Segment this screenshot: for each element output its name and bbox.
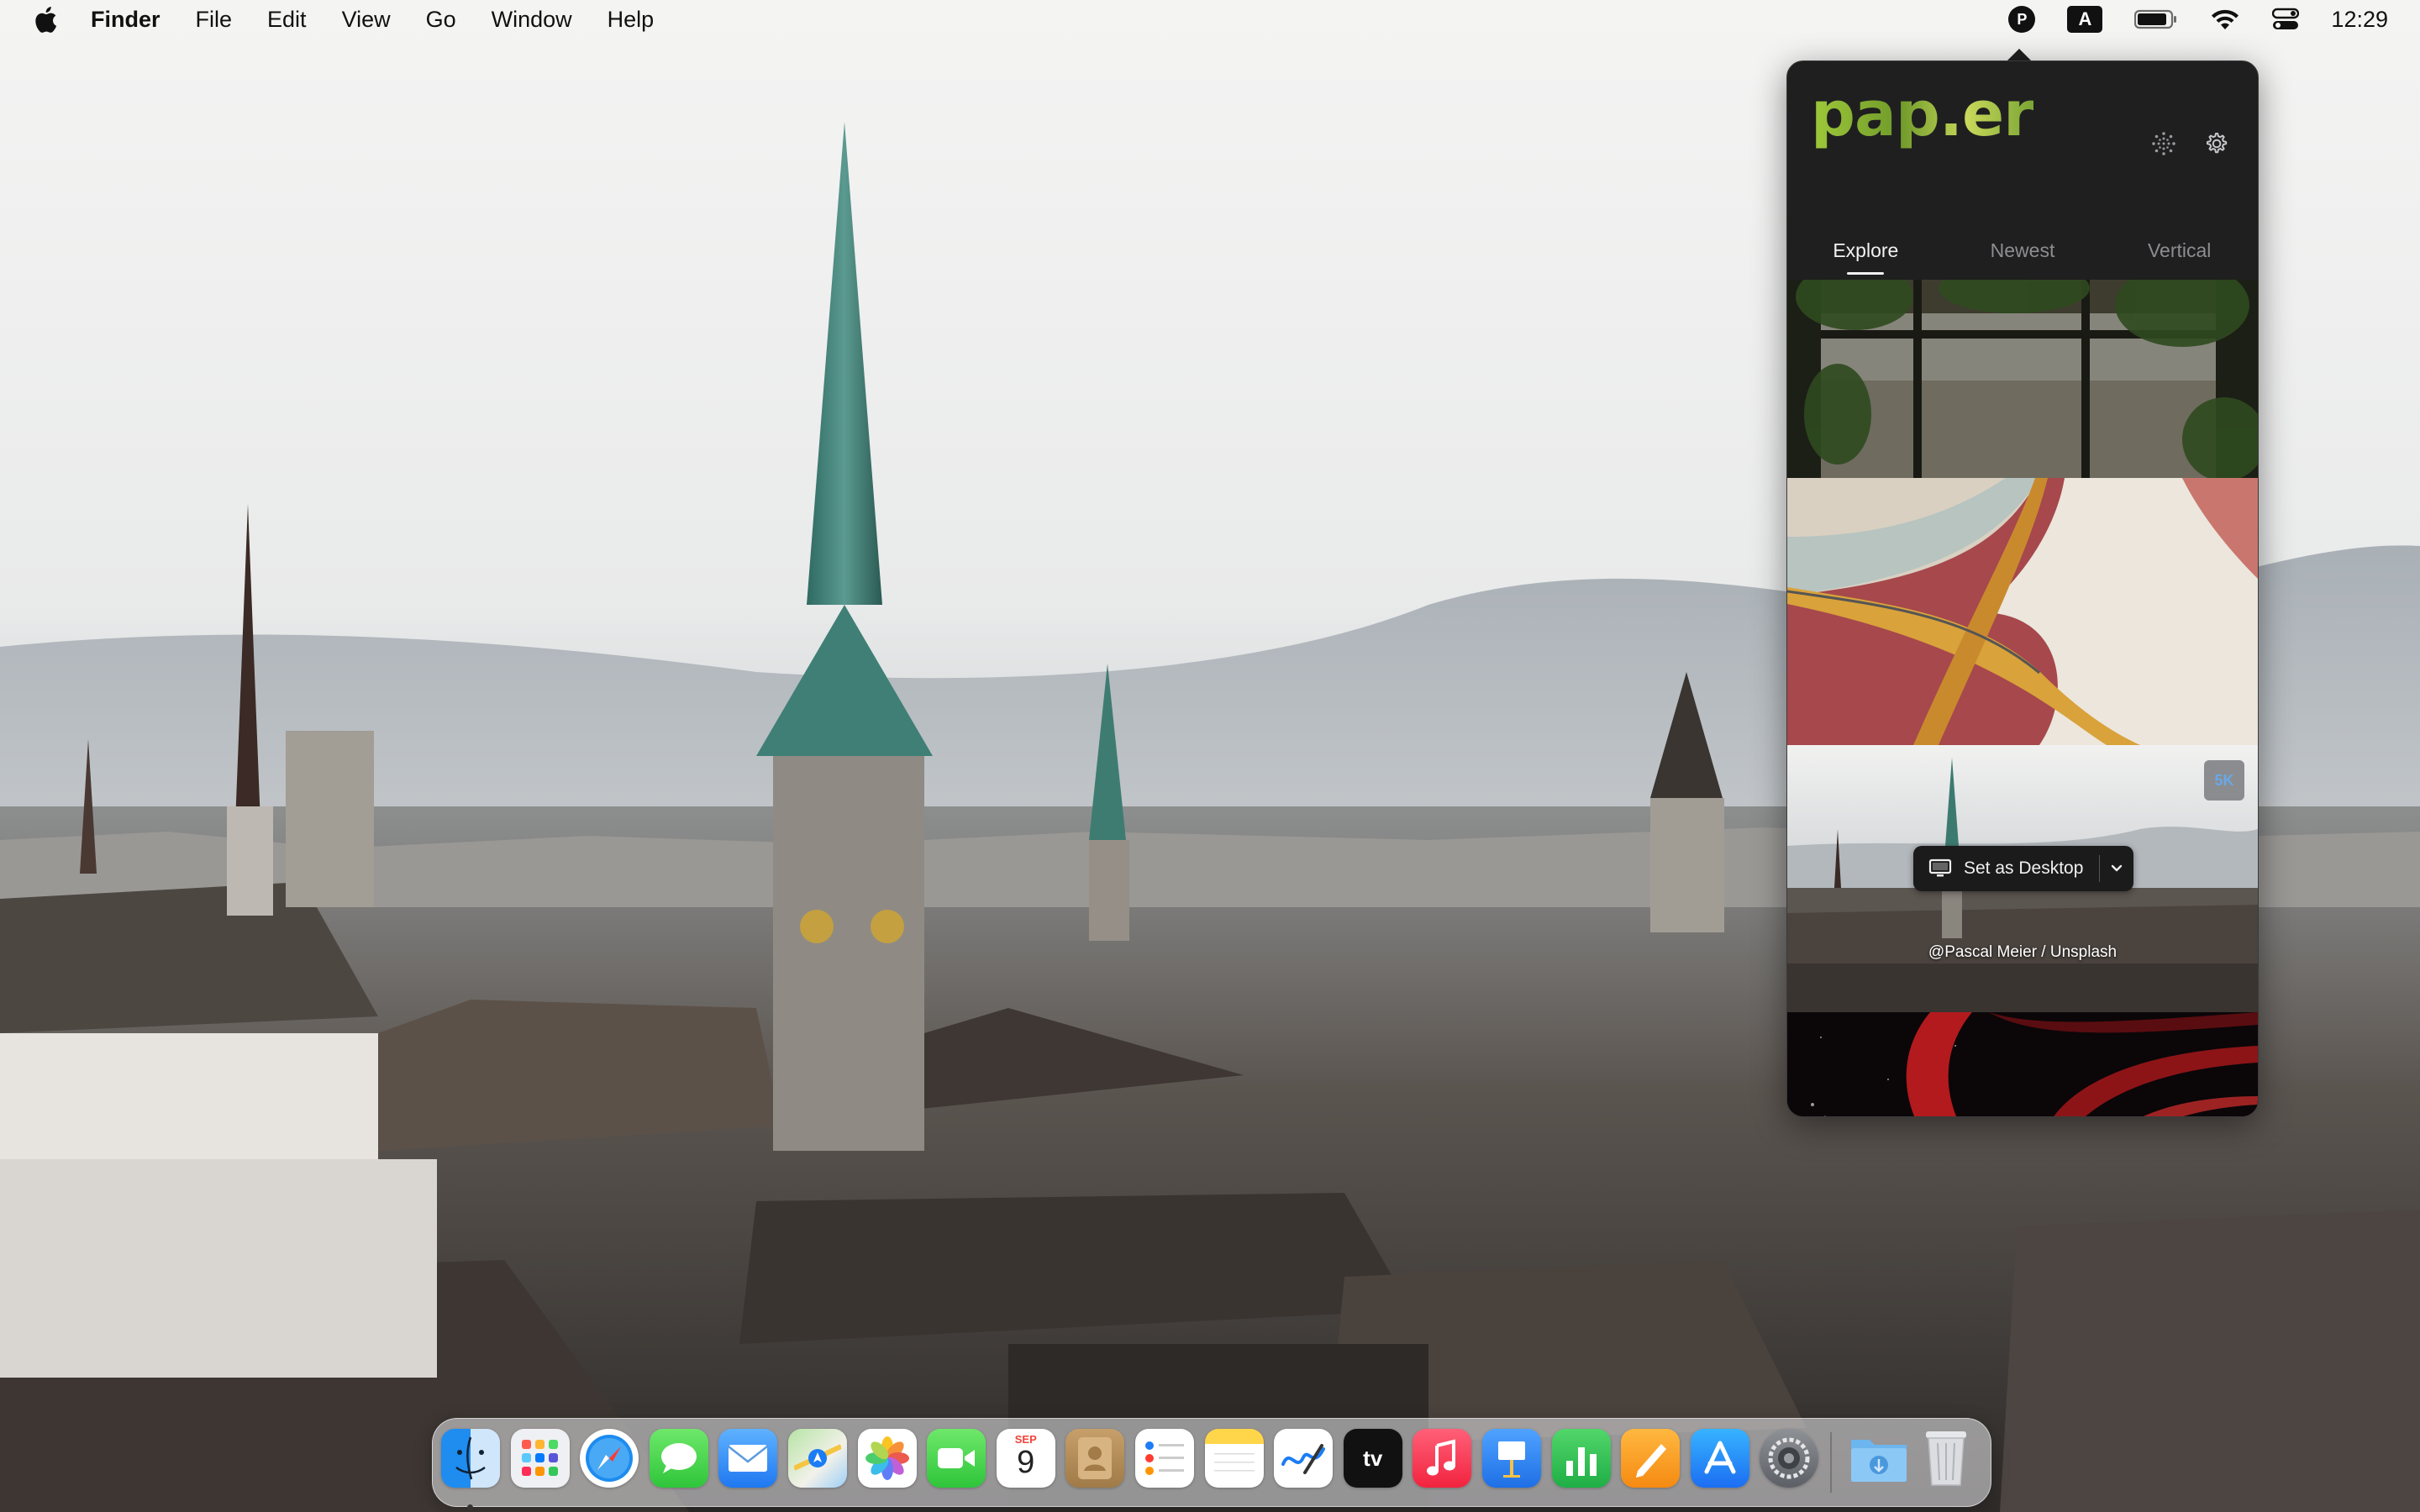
- input-source-icon[interactable]: A: [2067, 6, 2103, 33]
- wallpaper-grid: 5K Set as Desktop @Pascal Meier / Unspla…: [1787, 219, 2258, 1116]
- paper-popover: pap.er Explore Newest Vertical 5K Set as…: [1786, 60, 2259, 1117]
- apple-tv-icon[interactable]: tv: [1343, 1429, 1402, 1488]
- app-store-icon[interactable]: [1690, 1429, 1749, 1488]
- chevron-down-icon[interactable]: [2100, 846, 2133, 891]
- resolution-badge: 5K: [2204, 760, 2244, 801]
- contacts-icon[interactable]: [1065, 1429, 1125, 1488]
- launchpad-icon[interactable]: [510, 1429, 570, 1488]
- notes-icon[interactable]: [1204, 1429, 1264, 1488]
- wallpaper-thumbnail[interactable]: [1787, 280, 2258, 478]
- monitor-icon: [1928, 858, 1952, 879]
- reminders-icon[interactable]: [1134, 1429, 1194, 1488]
- finder-icon[interactable]: [441, 1429, 500, 1510]
- paper-status-letter: P: [2017, 10, 2028, 28]
- wallpaper-thumbnail-hovered[interactable]: 5K Set as Desktop @Pascal Meier / Unspla…: [1787, 745, 2258, 1012]
- paper-logo: pap.er: [1811, 78, 2034, 150]
- apple-tv-label: tv: [1363, 1445, 1383, 1471]
- dock-separator: [1830, 1432, 1832, 1493]
- settings-gear-icon[interactable]: [2201, 129, 2231, 159]
- mail-icon[interactable]: [718, 1429, 778, 1488]
- calendar-icon[interactable]: SEP 9: [996, 1429, 1055, 1488]
- calendar-month: SEP: [1014, 1433, 1037, 1446]
- control-center-icon[interactable]: [2272, 8, 2300, 31]
- menu-file[interactable]: File: [196, 7, 233, 33]
- menu-edit[interactable]: Edit: [267, 7, 307, 33]
- dock-apps: SEP 9 tv: [441, 1429, 1829, 1510]
- messages-icon[interactable]: [649, 1429, 708, 1488]
- wallpaper-thumbnail[interactable]: [1787, 1012, 2258, 1116]
- trash-icon[interactable]: [1917, 1427, 1975, 1486]
- photos-icon[interactable]: [857, 1429, 917, 1488]
- maps-icon[interactable]: [787, 1429, 847, 1488]
- wallpaper-thumbnail[interactable]: [1787, 478, 2258, 745]
- keynote-icon[interactable]: [1481, 1429, 1541, 1488]
- menu-app-name[interactable]: Finder: [91, 7, 160, 33]
- battery-icon[interactable]: [2134, 8, 2178, 30]
- calendar-day: 9: [1017, 1445, 1035, 1480]
- apple-menu-icon[interactable]: [32, 4, 59, 34]
- input-source-letter: A: [2078, 8, 2092, 29]
- wifi-icon[interactable]: [2210, 8, 2240, 31]
- menu-bar: Finder File Edit View Go Window Help P A…: [0, 0, 2420, 39]
- music-icon[interactable]: [1413, 1429, 1472, 1488]
- facetime-icon[interactable]: [927, 1429, 986, 1488]
- menu-help[interactable]: Help: [608, 7, 655, 33]
- system-settings-icon[interactable]: [1760, 1429, 1819, 1488]
- freeform-icon[interactable]: [1274, 1429, 1334, 1488]
- pages-icon[interactable]: [1621, 1429, 1681, 1488]
- downloads-folder-icon[interactable]: [1849, 1429, 1908, 1488]
- set-as-desktop-action[interactable]: Set as Desktop: [1913, 846, 2099, 891]
- numbers-icon[interactable]: [1551, 1429, 1611, 1488]
- paper-status-icon[interactable]: P: [2008, 6, 2036, 33]
- menu-clock[interactable]: 12:29: [2331, 7, 2388, 33]
- menu-window[interactable]: Window: [492, 7, 572, 33]
- menu-go[interactable]: Go: [426, 7, 456, 33]
- set-as-desktop-button: Set as Desktop: [1913, 846, 2133, 891]
- running-indicator: [467, 1504, 473, 1510]
- dock: SEP 9 tv: [432, 1418, 1991, 1510]
- menu-view[interactable]: View: [342, 7, 391, 33]
- photo-credit[interactable]: @Pascal Meier / Unsplash: [1787, 943, 2258, 962]
- safari-icon[interactable]: [580, 1429, 639, 1488]
- status-area: P A 12:29: [2008, 0, 2420, 39]
- set-as-desktop-label: Set as Desktop: [1964, 858, 2084, 878]
- loading-spinner-icon[interactable]: [2149, 129, 2179, 159]
